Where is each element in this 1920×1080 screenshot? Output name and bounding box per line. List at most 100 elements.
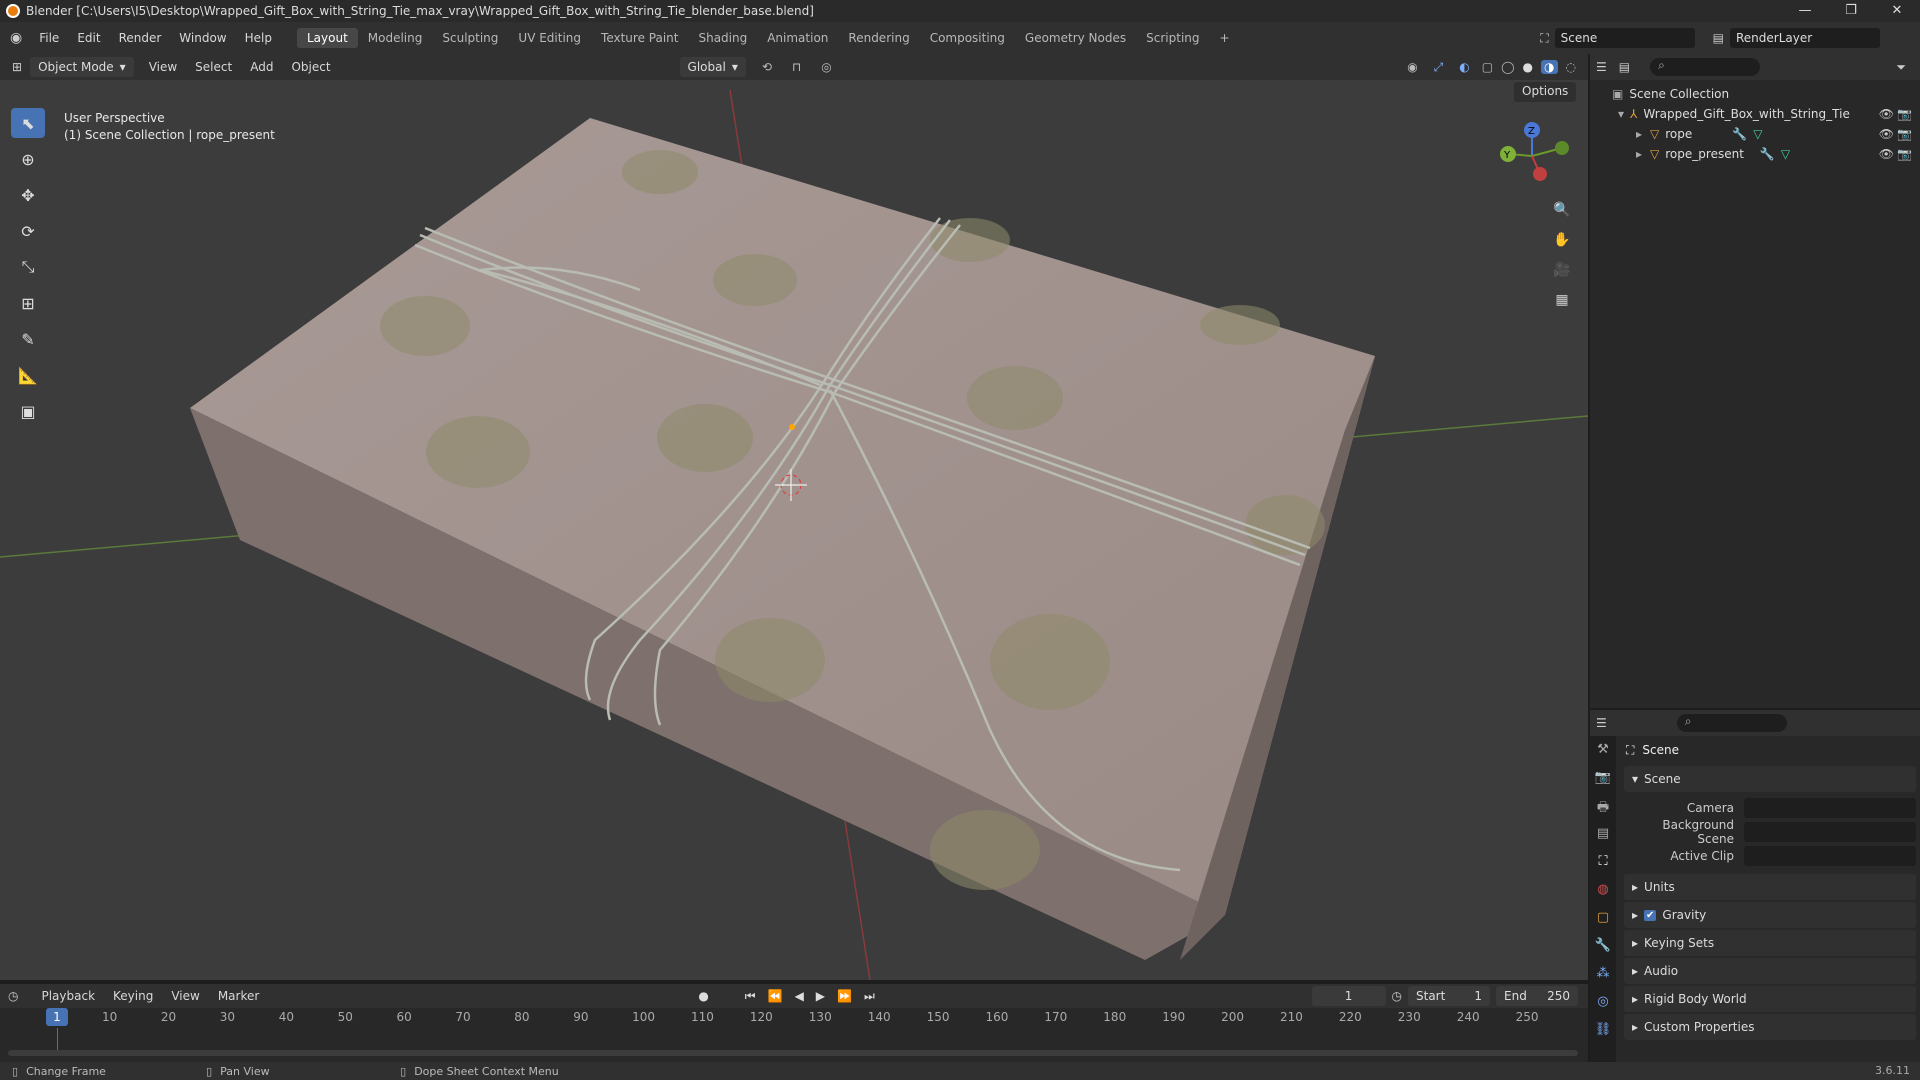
menu-file[interactable]: File — [30, 31, 68, 45]
tool-tab-icon[interactable]: ⚒ — [1597, 742, 1609, 770]
physics-tab-icon[interactable]: ◎ — [1597, 994, 1608, 1022]
clock-icon[interactable]: ◷ — [1392, 989, 1402, 1003]
close-button[interactable]: ✕ — [1874, 0, 1920, 22]
scene-section-header[interactable]: ▾ Scene — [1624, 766, 1916, 792]
outliner-scene-collection[interactable]: ▣ Scene Collection — [1590, 84, 1920, 104]
gizmo-toggle-icon[interactable]: ⤢ — [1434, 60, 1444, 75]
world-tab-icon[interactable]: ◍ — [1597, 882, 1608, 910]
outliner-collection[interactable]: ▾ ⅄ Wrapped_Gift_Box_with_String_Tie 👁 📷 — [1590, 104, 1920, 124]
tab-shading[interactable]: Shading — [688, 28, 757, 48]
render-tab-icon[interactable]: 📷 — [1595, 770, 1611, 798]
play-reverse-icon[interactable]: ◀ — [795, 989, 804, 1003]
material-shading-icon[interactable]: ◑ — [1541, 60, 1558, 74]
background-scene-input[interactable] — [1744, 822, 1916, 842]
overlay-toggle-icon[interactable]: ◐ — [1459, 60, 1469, 74]
pan-hand-icon[interactable]: ✋ — [1548, 226, 1576, 254]
blender-menu-icon[interactable]: ◉ — [10, 30, 22, 46]
vp-menu-object[interactable]: Object — [282, 60, 339, 74]
editor-type-icon[interactable]: ⊞ — [12, 60, 22, 74]
tab-compositing[interactable]: Compositing — [920, 28, 1015, 48]
vp-menu-add[interactable]: Add — [241, 60, 282, 74]
tab-uv-editing[interactable]: UV Editing — [508, 28, 591, 48]
output-tab-icon[interactable]: 🖶 — [1597, 798, 1609, 826]
chevron-right-icon[interactable]: ▸ — [1636, 147, 1642, 161]
scene-selector[interactable]: Scene — [1554, 28, 1695, 48]
tl-menu-playback[interactable]: Playback — [32, 989, 104, 1003]
chevron-right-icon[interactable]: ▸ — [1636, 127, 1642, 141]
vp-menu-view[interactable]: View — [140, 60, 186, 74]
tab-layout[interactable]: Layout — [296, 28, 358, 48]
move-tool[interactable]: ✥ — [11, 180, 45, 210]
scale-tool[interactable]: ⤡ — [11, 252, 45, 282]
maximize-button[interactable]: ❐ — [1828, 0, 1874, 22]
solid-shading-icon[interactable]: ● — [1523, 60, 1533, 74]
active-clip-input[interactable] — [1744, 846, 1916, 866]
object-mode-dropdown[interactable]: Object Mode ▾ — [30, 57, 134, 77]
modifier-tab-icon[interactable]: 🔧 — [1595, 938, 1611, 966]
end-frame-field[interactable]: End 250 — [1496, 986, 1578, 1006]
playhead[interactable]: 1 — [46, 1008, 68, 1026]
camera-view-icon[interactable]: 🎥 — [1548, 256, 1576, 284]
snap-icon[interactable]: ⊓ — [792, 60, 801, 74]
menu-edit[interactable]: Edit — [68, 31, 109, 45]
cursor-tool[interactable]: ⊕ — [11, 144, 45, 174]
rigid-body-world-panel[interactable]: ▸ Rigid Body World — [1624, 986, 1916, 1012]
next-keyframe-icon[interactable]: ⏩ — [837, 989, 852, 1003]
jump-start-icon[interactable]: ⏮ — [745, 989, 756, 1004]
eye-icon[interactable]: 👁 — [1879, 147, 1894, 161]
tab-animation[interactable]: Animation — [757, 28, 838, 48]
grid-projection-icon[interactable]: ▦ — [1548, 286, 1576, 314]
pivot-icon[interactable]: ⟲ — [762, 60, 772, 74]
custom-properties-panel[interactable]: ▸ Custom Properties — [1624, 1014, 1916, 1040]
visibility-icon[interactable]: ◉ — [1407, 60, 1417, 74]
keying-sets-panel[interactable]: ▸ Keying Sets — [1624, 930, 1916, 956]
eye-icon[interactable]: 👁 — [1879, 127, 1894, 141]
proportional-edit-icon[interactable]: ◎ — [821, 60, 831, 74]
gravity-checkbox[interactable]: ✔ — [1644, 909, 1657, 921]
transform-tool[interactable]: ⊞ — [11, 288, 45, 318]
render-layer-selector[interactable]: RenderLayer — [1730, 28, 1880, 48]
tab-scripting[interactable]: Scripting — [1136, 28, 1209, 48]
jump-end-icon[interactable]: ⏭ — [864, 989, 875, 1004]
frame-ruler[interactable]: 10 20 30 40 50 60 70 80 90 100 110 120 130 140 150 160 1… — [0, 1010, 1588, 1028]
play-icon[interactable]: ▶ — [816, 989, 825, 1003]
audio-panel[interactable]: ▸ Audio — [1624, 958, 1916, 984]
menu-render[interactable]: Render — [110, 31, 171, 45]
outliner-item-rope-present[interactable]: ▸ ▽ rope_present 🔧 ▽ 👁 📷 — [1590, 144, 1920, 164]
editor-type-icon[interactable]: ☰ — [1596, 716, 1607, 730]
tab-modeling[interactable]: Modeling — [358, 28, 433, 48]
start-frame-field[interactable]: Start 1 — [1408, 986, 1490, 1006]
3d-viewport[interactable] — [0, 80, 1588, 980]
filter-icon[interactable]: ⏷ — [1896, 60, 1906, 75]
current-frame-field[interactable]: 1 — [1311, 986, 1386, 1006]
camera-icon[interactable]: 📷 — [1897, 127, 1912, 141]
select-box-tool[interactable]: ⬉ — [11, 108, 45, 138]
measure-tool[interactable]: 📐 — [11, 360, 45, 390]
editor-type-icon[interactable]: ☰ — [1596, 60, 1607, 74]
particles-tab-icon[interactable]: ⁂ — [1597, 966, 1610, 994]
camera-input[interactable] — [1744, 798, 1916, 818]
wireframe-shading-icon[interactable]: ◯ — [1501, 60, 1514, 74]
editor-type-icon[interactable]: ◷ — [8, 989, 18, 1003]
tl-menu-marker[interactable]: Marker — [209, 989, 268, 1003]
outliner-search-input[interactable]: ⌕ — [1650, 58, 1761, 76]
timeline-scrollbar[interactable] — [8, 1050, 1578, 1056]
tab-texture-paint[interactable]: Texture Paint — [591, 28, 688, 48]
tl-menu-view[interactable]: View — [162, 989, 208, 1003]
tl-menu-keying[interactable]: Keying — [104, 989, 162, 1003]
transform-orientation-dropdown[interactable]: Global ▾ — [679, 57, 746, 77]
tab-geometry-nodes[interactable]: Geometry Nodes — [1015, 28, 1136, 48]
add-workspace-button[interactable]: + — [1210, 28, 1240, 48]
scene-tab-icon[interactable]: ⛶ — [1598, 854, 1607, 882]
xray-icon[interactable]: ▢ — [1482, 60, 1493, 74]
properties-search-input[interactable]: ⌕ — [1676, 714, 1787, 732]
object-tab-icon[interactable]: ▢ — [1597, 910, 1609, 938]
prev-keyframe-icon[interactable]: ⏪ — [768, 989, 783, 1003]
outliner-item-rope[interactable]: ▸ ▽ rope 🔧 ▽ 👁 📷 — [1590, 124, 1920, 144]
chevron-down-icon[interactable]: ▾ — [1618, 107, 1624, 121]
display-mode-icon[interactable]: ▤ — [1619, 60, 1630, 74]
minimize-button[interactable]: — — [1782, 0, 1828, 22]
zoom-icon[interactable]: 🔍 — [1548, 196, 1576, 224]
add-cube-tool[interactable]: ▣ — [11, 396, 45, 426]
view-layer-tab-icon[interactable]: ▤ — [1597, 826, 1609, 854]
